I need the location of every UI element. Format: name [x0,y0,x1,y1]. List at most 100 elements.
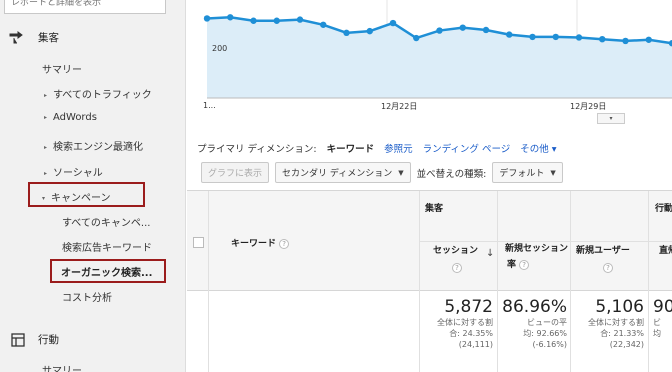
sessions-header[interactable]: セッション [433,243,478,256]
chart-svg [203,0,672,99]
secondary-dimension-dropdown[interactable]: セカンダリ ディメンション ▼ [275,162,411,183]
data-point[interactable] [622,37,629,45]
report-search-input[interactable] [11,0,159,8]
sidebar-item-summary[interactable]: サマリー [42,61,82,76]
data-point[interactable] [296,16,304,23]
sidebar-item-cost-analysis[interactable]: コスト分析 [62,289,112,304]
new-sessions-header[interactable]: 新規セッション [505,241,568,254]
sidebar-item-all-traffic[interactable]: ▸ すべてのトラフィック [44,86,152,101]
expand-arrow-icon: ▸ [44,113,48,121]
data-point[interactable] [506,31,513,38]
sort-type-value: デフォルト [499,169,545,179]
sidebar-item-seo[interactable]: ▸ 検索エンジン最適化 [44,138,143,153]
data-point[interactable] [320,21,327,28]
data-point[interactable] [482,26,490,34]
main-content: 200 1... 12月22日 12月29日 ▾ プライマリ ディメンション: … [187,0,672,372]
data-point[interactable] [459,24,466,31]
data-point[interactable] [366,27,373,35]
data-point[interactable] [250,17,257,24]
keyword-header[interactable]: キーワード ? [231,236,290,249]
data-point[interactable] [413,34,420,42]
bounce-rate-total-sub: ビ [653,318,661,327]
dimension-link-source[interactable]: 参照元 [384,141,413,155]
table-toolbar: グラフに表示 セカンダリ ディメンション ▼ 並べ替えの種類: デフォルト ▼ [201,162,563,183]
x-tick-label: 12月22日 [381,102,418,111]
sidebar-item-label: キャンペーン [51,193,111,204]
sidebar-item-behavior-summary[interactable]: サマリー [42,362,82,372]
help-icon[interactable]: ? [279,238,290,249]
sessions-total: 5,872 全体に対する割 合: 24.35% (24,111) [423,297,493,350]
primary-dimension-bar: プライマリ ディメンション: キーワード 参照元 ランディング ページ その他 … [197,141,557,155]
data-table: キーワード ? 集客 行動 セッション ↓ ? 新規セッション 率 ? 新規ユー… [187,190,672,372]
sidebar-item-label: ソーシャル [53,168,103,179]
help-icon[interactable]: ? [603,263,613,273]
bounce-rate-header[interactable]: 直帰 [659,243,672,256]
new-sessions-total-sub: ビューの平 [527,318,567,327]
data-point[interactable] [343,29,350,37]
expand-arrow-icon: ▸ [44,143,48,151]
x-tick-label: 12月29日 [570,102,607,111]
sort-type-dropdown[interactable]: デフォルト ▼ [492,162,563,183]
data-point[interactable] [645,36,652,43]
data-point[interactable] [575,34,583,41]
sidebar-item-all-campaigns[interactable]: すべてのキャンペ... [62,214,150,229]
y-tick-label: 200 [212,44,228,53]
primary-dimension-label: プライマリ ディメンション: [197,144,317,155]
primary-dimension-current: キーワード [326,144,375,155]
sort-desc-icon[interactable]: ↓ [486,248,494,259]
report-search-box[interactable] [4,0,166,14]
help-icon[interactable]: ? [519,259,530,270]
data-point[interactable] [203,15,211,22]
data-point[interactable] [529,33,536,41]
sessions-total-sub: 合: 24.35% [449,329,493,338]
expand-arrow-icon: ▸ [44,91,48,99]
dimension-link-landing-page[interactable]: ランディング ページ [423,141,511,155]
bounce-rate-total: 90 ビ 均 [653,297,672,339]
plot-rows-button[interactable]: グラフに表示 [201,162,270,183]
sidebar-item-paid-keywords[interactable]: 検索広告キーワード [62,239,152,254]
data-point[interactable] [599,36,606,43]
new-users-total: 5,106 全体に対する割 合: 21.33% (22,342) [573,297,644,350]
new-sessions-total: 86.96% ビューの平 均: 92.66% (-6.16%) [499,297,567,350]
sidebar: 集客 サマリー ▸すべてのトラフィック ▸AdWords ▸検索エンジン最適化 … [0,0,186,372]
data-point[interactable] [436,27,443,34]
behavior-section[interactable]: 行動 [8,332,59,347]
sidebar-item-adwords[interactable]: ▸ AdWords [44,112,97,123]
new-sessions-header-line2: 率 ? [507,257,530,270]
new-sessions-total-sub: 均: 92.66% [523,329,567,338]
new-users-total-sub: 全体に対する割 [588,318,644,327]
sessions-total-value: 5,872 [444,297,493,317]
new-sessions-total-value: 86.96% [502,297,567,317]
sidebar-item-campaign[interactable]: ▾ キャンペーン [42,189,111,204]
data-point[interactable] [227,14,234,21]
acquisition-section[interactable]: 集客 [8,30,59,45]
new-sessions-header-label2: 率 [507,260,517,270]
collapse-arrow-icon: ▾ [42,194,46,202]
acquisition-icon [8,30,28,45]
sidebar-item-organic-keywords[interactable]: オーガニック検索... [61,264,152,279]
checkbox-column [187,191,209,372]
sort-type-label: 並べ替えの種類: [416,168,487,180]
acquisition-label: 集客 [38,32,59,44]
select-all-checkbox[interactable] [193,237,204,248]
keyword-header-label: キーワード [231,239,277,249]
help-icon[interactable]: ? [452,263,462,273]
new-users-total-value: 5,106 [595,297,644,317]
new-users-total-sub: 合: 21.33% [600,329,644,338]
data-point[interactable] [389,19,397,27]
sidebar-item-label: 検索エンジン最適化 [53,142,143,153]
chart-expand-handle[interactable]: ▾ [597,113,625,124]
dropdown-caret-icon: ▼ [550,168,556,177]
sessions-total-sub: 全体に対する割 [437,318,493,327]
dimension-link-other[interactable]: その他 ▾ [520,141,556,155]
acquisition-group-header: 集客 [425,204,444,214]
behavior-label: 行動 [38,334,59,346]
data-point[interactable] [273,17,280,24]
sidebar-item-social[interactable]: ▸ ソーシャル [44,164,103,179]
new-users-total-sub: (22,342) [609,340,644,349]
sidebar-item-label: AdWords [53,112,97,123]
secondary-dimension-label: セカンダリ ディメンション [282,169,393,179]
data-point[interactable] [552,33,559,41]
new-users-header[interactable]: 新規ユーザー [576,243,630,256]
dropdown-caret-icon: ▼ [398,168,404,177]
